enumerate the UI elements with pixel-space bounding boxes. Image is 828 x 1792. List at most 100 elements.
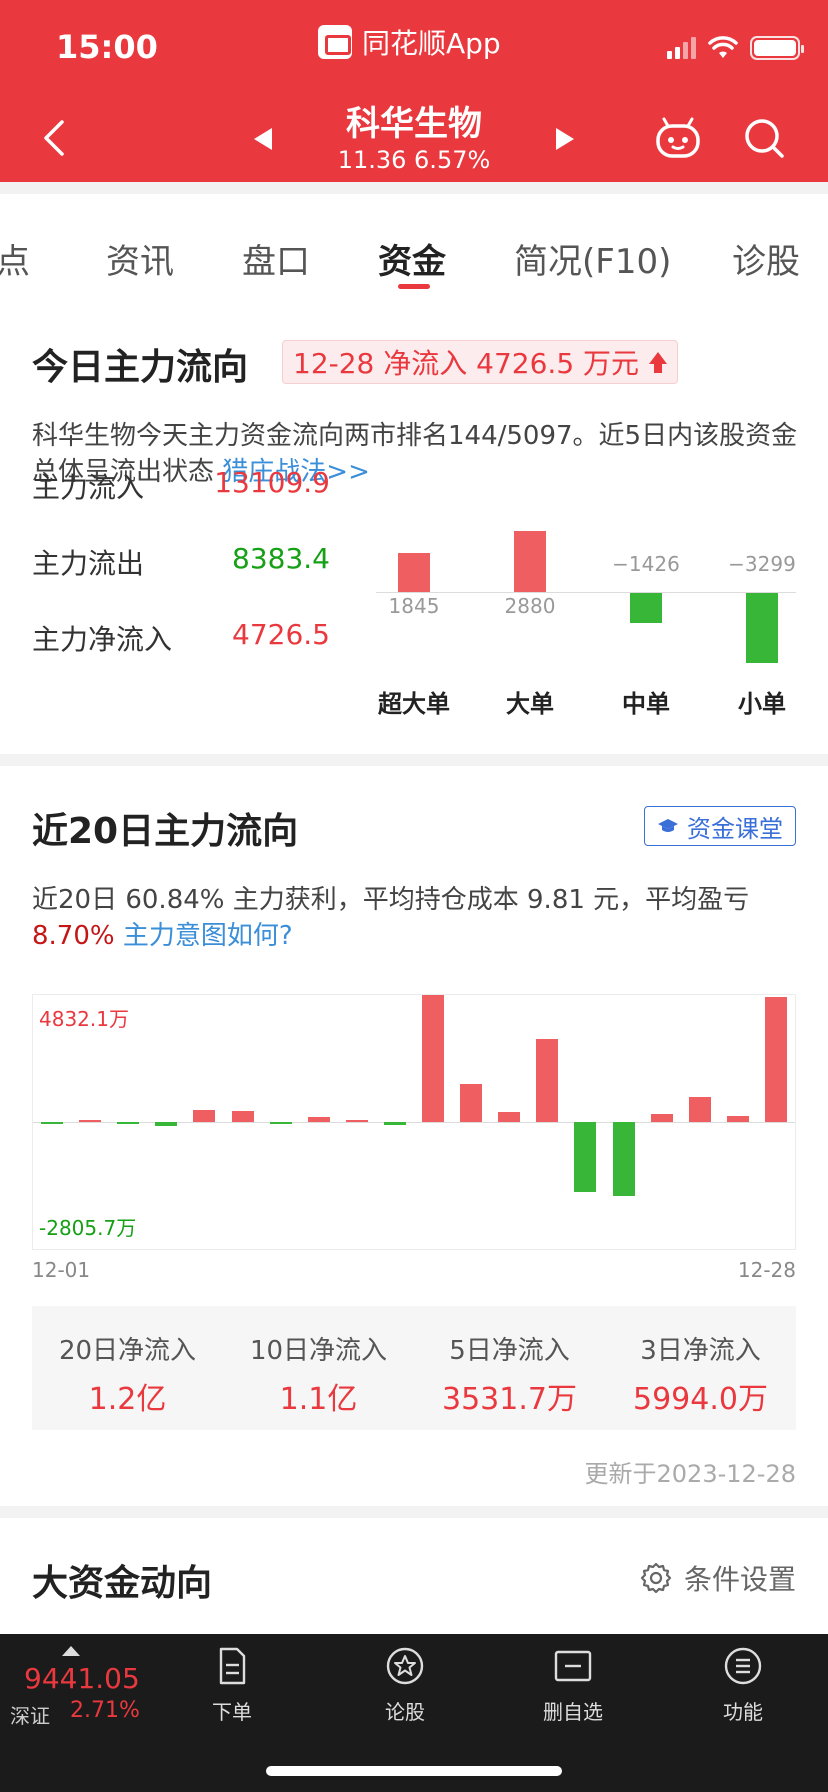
mini-category-1: 大单 bbox=[506, 690, 554, 718]
day-bar-8 bbox=[307, 1117, 330, 1122]
gear-icon bbox=[640, 1562, 672, 1594]
order-size-flow-chart: 1845 超大单 2880 大单 −1426 中单 −3299 小单 bbox=[376, 300, 796, 754]
page: 15:00 同花顺App 科华生物 11.36 6.57% 点 资讯 盘口 资金… bbox=[0, 0, 828, 1792]
nav-order[interactable]: 下单 bbox=[177, 1646, 287, 1725]
summary-label: 20日净流入 bbox=[58, 1336, 197, 1366]
chart-max-label: 4832.1万 bbox=[39, 1007, 129, 1031]
stock-name: 科华生物 bbox=[346, 104, 482, 144]
day-bar-7 bbox=[269, 1122, 292, 1124]
next-stock-icon[interactable] bbox=[552, 126, 578, 152]
day-bar-15 bbox=[574, 1122, 597, 1192]
mini-bar-value-0: 1845 bbox=[388, 594, 440, 618]
day-bar-6 bbox=[231, 1111, 254, 1122]
day-bar-12 bbox=[460, 1083, 483, 1122]
tab-diagnose[interactable]: 诊股 bbox=[732, 234, 800, 283]
metric-net-value: 4726.5 bbox=[232, 618, 330, 651]
day-bar-11 bbox=[422, 995, 445, 1122]
flow20-profit-pct: 8.70% bbox=[32, 921, 115, 951]
header: 15:00 同花顺App 科华生物 11.36 6.57% bbox=[0, 0, 828, 182]
day-bar-5 bbox=[193, 1109, 216, 1122]
net-inflow-summary: 20日净流入 1.2亿 10日净流入 1.1亿 5日净流入 3531.7万 3日… bbox=[32, 1306, 796, 1430]
tab-features[interactable]: 特点 bbox=[0, 234, 30, 283]
mini-category-3: 小单 bbox=[738, 690, 786, 718]
index-value[interactable]: 9441.05 bbox=[24, 1662, 140, 1695]
robot-assistant-icon[interactable] bbox=[654, 116, 702, 160]
day-bar-17 bbox=[650, 1113, 673, 1122]
nav-remove-favorite[interactable]: 删自选 bbox=[518, 1646, 628, 1725]
mini-category-0: 超大单 bbox=[378, 690, 450, 718]
mini-bar-2 bbox=[630, 593, 662, 624]
tab-bar: 特点 资讯 盘口 资金 简况(F10) 诊股 bbox=[0, 194, 828, 300]
app-badge[interactable]: 同花顺App bbox=[318, 22, 501, 62]
day-bar-20 bbox=[764, 997, 787, 1122]
zero-line bbox=[33, 1122, 795, 1123]
metric-inflow-label: 主力流入 bbox=[32, 471, 145, 504]
active-tab-indicator bbox=[398, 284, 430, 289]
metric-net-label: 主力净流入 bbox=[32, 623, 173, 656]
summary-value: 5994.0万 bbox=[633, 1382, 768, 1417]
metric-outflow-label: 主力流出 bbox=[32, 547, 145, 580]
index-change: 2.71% bbox=[70, 1698, 140, 1723]
funds-course-button[interactable]: 资金课堂 bbox=[644, 806, 796, 846]
tab-funds[interactable]: 资金 bbox=[378, 234, 446, 283]
graduation-cap-icon bbox=[658, 819, 678, 832]
status-time: 15:00 bbox=[56, 28, 158, 66]
order-icon bbox=[219, 1647, 246, 1685]
day-bar-1 bbox=[41, 1122, 64, 1124]
discuss-icon bbox=[386, 1647, 424, 1685]
condition-settings-button[interactable]: 条件设置 bbox=[640, 1558, 796, 1598]
flow20-bar-chart[interactable]: 4832.1万 -2805.7万 bbox=[32, 994, 796, 1250]
metric-inflow-value: 13109.9 bbox=[214, 466, 330, 499]
home-indicator[interactable] bbox=[266, 1766, 562, 1776]
mini-bar-value-1: 2880 bbox=[504, 594, 556, 618]
app-logo-icon bbox=[318, 25, 352, 59]
summary-value: 3531.7万 bbox=[442, 1382, 577, 1417]
summary-5d: 5日净流入 3531.7万 bbox=[414, 1306, 605, 1430]
battery-icon bbox=[750, 36, 804, 60]
day-bar-9 bbox=[345, 1120, 368, 1122]
metric-outflow-value: 8383.4 bbox=[232, 542, 330, 575]
day-bar-10 bbox=[383, 1122, 406, 1126]
main-flow-title: 今日主力流向 bbox=[32, 347, 249, 388]
mini-bar-0 bbox=[398, 552, 430, 592]
mini-bar-value-3: −3299 bbox=[728, 552, 796, 576]
nav-discuss-label: 论股 bbox=[385, 1700, 425, 1724]
summary-label: 5日净流入 bbox=[449, 1336, 570, 1366]
status-icons bbox=[667, 36, 804, 60]
index-up-icon bbox=[62, 1646, 80, 1656]
updated-timestamp: 更新于2023-12-28 bbox=[584, 1460, 796, 1488]
mini-bar-3 bbox=[746, 593, 778, 663]
index-name: 深证 bbox=[10, 1704, 50, 1728]
mini-bar-1 bbox=[514, 530, 546, 592]
flow20-desc-text: 近20日 60.84% 主力获利，平均持仓成本 9.81 元，平均盈亏 bbox=[32, 885, 750, 915]
summary-value: 1.1亿 bbox=[279, 1382, 358, 1417]
menu-icon bbox=[724, 1647, 762, 1685]
summary-label: 10日净流入 bbox=[249, 1336, 388, 1366]
tab-news[interactable]: 资讯 bbox=[106, 234, 174, 283]
tab-f10[interactable]: 简况(F10) bbox=[514, 234, 671, 283]
chart-start-date: 12-01 bbox=[32, 1258, 91, 1282]
stock-price-change: 11.36 6.57% bbox=[337, 146, 491, 174]
day-bar-16 bbox=[612, 1122, 635, 1196]
nav-menu[interactable]: 功能 bbox=[688, 1646, 798, 1725]
day-bar-14 bbox=[536, 1039, 559, 1122]
nav-discuss[interactable]: 论股 bbox=[350, 1646, 460, 1725]
mini-category-2: 中单 bbox=[622, 690, 670, 718]
big-funds-title: 大资金动向 bbox=[32, 1563, 213, 1604]
mini-bar-value-2: −1426 bbox=[612, 552, 680, 576]
chart-min-label: -2805.7万 bbox=[39, 1216, 137, 1240]
tab-quote[interactable]: 盘口 bbox=[242, 234, 310, 283]
search-icon[interactable] bbox=[742, 116, 786, 160]
day-bar-2 bbox=[79, 1119, 102, 1122]
main-flow-section: 今日主力流向 12-28 净流入 4726.5 万元 科华生物今天主力资金流向两… bbox=[0, 300, 828, 754]
signal-icon bbox=[667, 37, 696, 59]
flow20-description: 近20日 60.84% 主力获利，平均持仓成本 9.81 元，平均盈亏 8.70… bbox=[32, 882, 802, 954]
flow20-title: 近20日主力流向 bbox=[32, 811, 299, 852]
summary-10d: 10日净流入 1.1亿 bbox=[223, 1306, 414, 1430]
nav-order-label: 下单 bbox=[212, 1700, 252, 1724]
condition-settings-label: 条件设置 bbox=[683, 1563, 796, 1596]
intent-link[interactable]: 主力意图如何? bbox=[123, 921, 293, 951]
bottom-bar: 9441.05 深证 2.71% 下单 论股 删自选 功能 bbox=[0, 1634, 828, 1792]
summary-label: 3日净流入 bbox=[640, 1336, 761, 1366]
big-funds-section: 大资金动向 条件设置 bbox=[0, 1518, 828, 1634]
